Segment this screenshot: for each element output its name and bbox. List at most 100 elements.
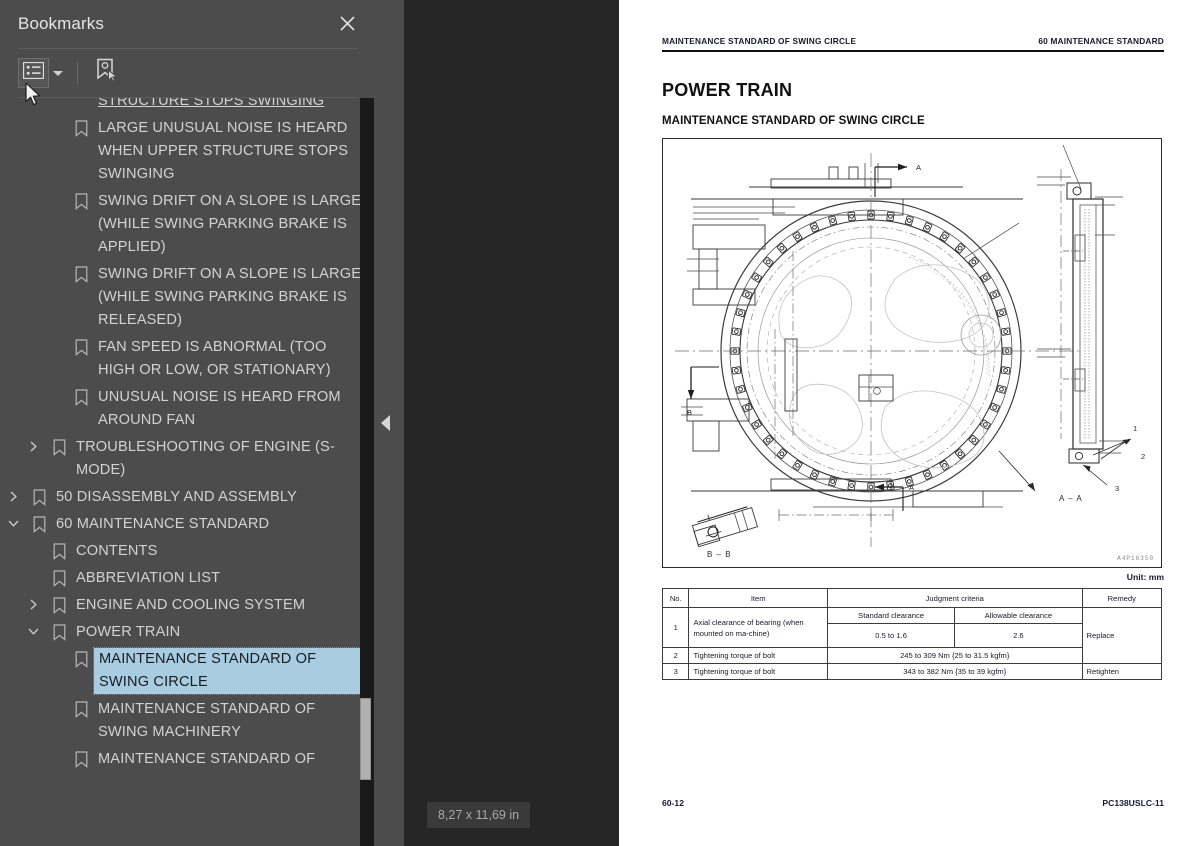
bookmark-icon <box>68 648 94 668</box>
bookmark-item[interactable]: SWING DRIFT ON A SLOPE IS LARGE (WHILE S… <box>0 261 376 334</box>
bookmark-item[interactable]: CONTENTS <box>0 538 376 565</box>
chevron-right-icon[interactable] <box>20 436 46 452</box>
bookmark-item[interactable]: MAINTENANCE STANDARD OF SWING MACHINERY <box>0 696 376 746</box>
chevron-down-icon[interactable] <box>20 621 46 637</box>
bookmark-icon <box>46 567 72 587</box>
bookmark-icon <box>68 190 94 210</box>
bookmark-item[interactable]: 60 MAINTENANCE STANDARD <box>0 511 376 538</box>
chevron-right-icon[interactable] <box>0 486 26 502</box>
bookmark-item-label[interactable]: FAN SPEED IS ABNORMAL (TOO HIGH OR LOW, … <box>94 336 366 382</box>
table-header-row: No. Item Judgment criteria Remedy <box>661 588 1163 608</box>
page-footer: 60-12 PC138USLC-11 <box>662 798 1164 808</box>
cell-allowable-value: 2.6 <box>954 623 1083 648</box>
bookmark-icon <box>68 263 94 283</box>
th-item: Item <box>688 588 828 608</box>
page-subtitle: MAINTENANCE STANDARD OF SWING CIRCLE <box>662 115 925 127</box>
bookmark-item[interactable]: SWING DRIFT ON A SLOPE IS LARGE (WHILE S… <box>0 188 376 261</box>
page-running-header: MAINTENANCE STANDARD OF SWING CIRCLE 60 … <box>662 36 1164 46</box>
figure-label-a-bottom: A <box>909 483 914 492</box>
sidebar-scrollbar-thumb[interactable] <box>360 698 371 780</box>
footer-model: PC138USLC-11 <box>1102 798 1164 808</box>
table-row: 1 Axial clearance of bearing (when mount… <box>661 607 1163 664</box>
pdf-viewer-area[interactable]: 8,27 x 11,69 in MAINTENANCE STANDARD OF … <box>404 0 1200 846</box>
technical-drawing-figure: A A B B – B 2 1 3 A – A A4P16350 <box>662 138 1162 568</box>
bookmark-item-label[interactable]: SWING DRIFT ON A SLOPE IS LARGE (WHILE S… <box>94 263 366 332</box>
bookmark-item[interactable]: TROUBLESHOOTING OF ENGINE (S-MODE) <box>0 434 376 484</box>
bookmark-item-label[interactable]: MAINTENANCE STANDARD OF SWING CIRCLE <box>93 647 367 695</box>
bookmark-item-label[interactable]: STRUCTURE STOPS SWINGING <box>94 98 366 113</box>
bookmark-icon <box>46 436 72 456</box>
collapse-left-arrow-icon[interactable] <box>381 415 390 431</box>
pdf-page[interactable]: MAINTENANCE STANDARD OF SWING CIRCLE 60 … <box>619 0 1200 846</box>
bookmark-item-label[interactable]: MAINTENANCE STANDARD OF SWING MACHINERY <box>94 698 366 744</box>
figure-label-bb: B – B <box>707 550 732 559</box>
bookmark-item[interactable]: STRUCTURE STOPS SWINGING <box>0 98 376 115</box>
cell-no-2: 2 <box>661 647 690 664</box>
list-options-icon <box>22 61 45 84</box>
toolbar-separator <box>77 62 78 84</box>
header-rule <box>662 50 1164 52</box>
bookmark-item-label[interactable]: LARGE UNUSUAL NOISE IS HEARD WHEN UPPER … <box>94 117 366 186</box>
figure-code: A4P16350 <box>1117 555 1154 562</box>
chevron-down-icon[interactable] <box>0 513 26 529</box>
new-bookmark-button[interactable] <box>90 54 123 92</box>
chevron-right-icon[interactable] <box>20 594 46 610</box>
cell-criteria-3: 343 to 382 Nm {35 to 39 kgfm} <box>826 663 1083 680</box>
bookmark-item[interactable]: FAN SPEED IS ABNORMAL (TOO HIGH OR LOW, … <box>0 334 376 384</box>
cell-item-3: Tightening torque of bolt <box>688 663 828 680</box>
bookmark-item[interactable]: MAINTENANCE STANDARD OF <box>0 746 376 773</box>
bookmark-item-label[interactable]: POWER TRAIN <box>72 621 366 644</box>
bookmark-item-label[interactable]: MAINTENANCE STANDARD OF <box>94 748 366 771</box>
cell-standard-header: Standard clearance <box>826 607 956 624</box>
figure-callout-2: 2 <box>1141 452 1145 461</box>
bookmark-item-label[interactable]: 50 DISASSEMBLY AND ASSEMBLY <box>52 486 366 509</box>
figure-callout-3: 3 <box>1115 484 1119 493</box>
bookmark-item[interactable]: MAINTENANCE STANDARD OF SWING CIRCLE <box>0 646 376 696</box>
bookmark-icon <box>26 513 52 533</box>
bookmark-item-label[interactable]: UNUSUAL NOISE IS HEARD FROM AROUND FAN <box>94 386 366 432</box>
bookmarks-toolbar <box>0 49 376 97</box>
bookmark-item-label[interactable]: ENGINE AND COOLING SYSTEM <box>72 594 366 617</box>
bookmark-icon <box>68 748 94 768</box>
page-title: POWER TRAIN <box>662 80 793 100</box>
bookmark-item-label[interactable]: SWING DRIFT ON A SLOPE IS LARGE (WHILE S… <box>94 190 366 259</box>
bookmark-item[interactable]: UNUSUAL NOISE IS HEARD FROM AROUND FAN <box>0 384 376 434</box>
bookmark-icon <box>68 698 94 718</box>
cell-item-2: Tightening torque of bolt <box>688 647 828 664</box>
pdf-reader-window: Bookmarks STRUCTURE STOPS SWINGING LARGE… <box>0 0 1200 846</box>
sidebar-resize-gutter[interactable] <box>376 0 404 846</box>
bookmark-item[interactable]: POWER TRAIN <box>0 619 376 646</box>
cell-allowable-header: Allowable clearance <box>954 607 1083 624</box>
bookmark-item-label[interactable]: CONTENTS <box>72 540 366 563</box>
close-icon[interactable] <box>332 8 362 38</box>
bookmark-item-label[interactable]: TROUBLESHOOTING OF ENGINE (S-MODE) <box>72 436 366 482</box>
th-judgment: Judgment criteria <box>826 588 1083 608</box>
cell-remedy-retighten: Retighten <box>1081 663 1163 680</box>
figure-label-aa: A – A <box>1059 494 1083 503</box>
bookmark-item[interactable]: LARGE UNUSUAL NOISE IS HEARD WHEN UPPER … <box>0 115 376 188</box>
cell-remedy-replace: Replace <box>1081 607 1163 664</box>
chevron-down-icon[interactable] <box>53 70 63 76</box>
bookmark-item[interactable]: ABBREVIATION LIST <box>0 565 376 592</box>
unit-label: Unit: mm <box>1126 572 1164 582</box>
bookmark-options-button[interactable] <box>18 58 49 88</box>
bookmark-item[interactable]: 50 DISASSEMBLY AND ASSEMBLY <box>0 484 376 511</box>
bookmark-tree[interactable]: STRUCTURE STOPS SWINGING LARGE UNUSUAL NO… <box>0 98 376 846</box>
bookmark-item-label[interactable]: 60 MAINTENANCE STANDARD <box>52 513 366 536</box>
sidebar-scrollbar-track[interactable] <box>360 98 374 846</box>
figure-callout-1: 1 <box>1133 424 1137 433</box>
figure-label-b-left: B <box>687 408 692 417</box>
bookmarks-sidebar: Bookmarks STRUCTURE STOPS SWINGING LARGE… <box>0 0 376 846</box>
figure-label-a-top: A <box>916 163 921 172</box>
bookmark-item-label[interactable]: ABBREVIATION LIST <box>72 567 366 590</box>
bookmark-item[interactable]: ENGINE AND COOLING SYSTEM <box>0 592 376 619</box>
table-row: 3 Tightening torque of bolt 343 to 382 N… <box>661 663 1163 680</box>
